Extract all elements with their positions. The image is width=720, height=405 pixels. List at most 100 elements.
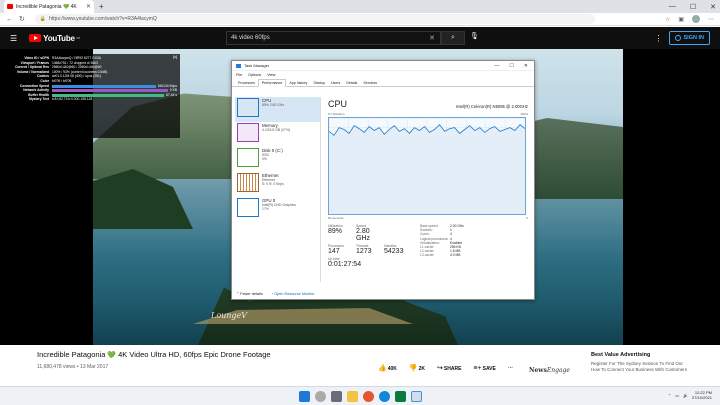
- sidebar-item-memory[interactable]: Memory 4.2/15.8 GB (27%): [235, 122, 320, 147]
- sidebar-item-sub2: 0%: [262, 157, 267, 161]
- search-input[interactable]: 4k video 60fps ✕: [226, 31, 441, 45]
- close-window-icon[interactable]: ✕: [710, 3, 716, 11]
- back-icon[interactable]: ←: [6, 16, 13, 23]
- close-stats-icon[interactable]: [x]: [173, 54, 177, 60]
- share-button[interactable]: ↪SHARE: [437, 364, 461, 372]
- fewer-details-link[interactable]: ⌃ Fewer details: [236, 291, 263, 296]
- speed-value: 2.80 GHz: [356, 228, 370, 242]
- ad-headline: Best Value Advertising: [591, 352, 651, 358]
- sign-in-button[interactable]: SIGN IN: [668, 31, 710, 45]
- tm-maximize-icon[interactable]: ☐: [509, 63, 513, 69]
- cpu-utilization-graph: [328, 117, 526, 215]
- chevron-up-icon[interactable]: ⌃: [668, 393, 671, 398]
- clock[interactable]: 12:22 PM 27/10/2021: [692, 390, 712, 400]
- sidebar-item-ethernet[interactable]: Ethernet Ethernet S: 0 R: 0 Kbps: [235, 172, 320, 197]
- ad-logo: NewsEngage: [529, 367, 570, 374]
- stats-row: Mystery Text s:8 t:62.73 b:0.000-158.128: [7, 97, 177, 102]
- tab-services[interactable]: Services: [360, 80, 380, 86]
- task-manager-title: Task Manager: [244, 63, 270, 68]
- cpu-heading: CPU: [328, 99, 348, 109]
- save-button[interactable]: ≡+SAVE: [473, 365, 495, 372]
- start-icon[interactable]: [298, 390, 310, 402]
- stats-bar: [52, 89, 168, 93]
- tm-minimize-icon[interactable]: —: [494, 63, 499, 69]
- new-tab-icon[interactable]: +: [99, 2, 104, 11]
- cpu-detail-row: L3 cache: 4.0 MB: [420, 253, 464, 257]
- tab-performance[interactable]: Performance: [257, 79, 287, 87]
- util-value: 89%: [328, 228, 343, 235]
- volume-icon[interactable]: 🔊: [683, 393, 688, 398]
- browser-tab-bar: Incredible Patagonia 💚 4K ✕ + — ☐ ✕: [0, 0, 720, 13]
- user-icon: [674, 35, 681, 41]
- search-taskbar-icon[interactable]: [314, 390, 326, 402]
- file-explorer-icon[interactable]: [346, 390, 358, 402]
- dislike-count: 2K: [418, 366, 426, 372]
- ad-panel[interactable]: NewsEngage Best Value Advertising Regist…: [529, 352, 689, 386]
- thumbs-down-icon: 👎: [408, 365, 418, 372]
- youtube-logo[interactable]: YouTube GB: [29, 34, 80, 43]
- close-tab-icon[interactable]: ✕: [86, 3, 91, 10]
- ad-brand-b: Engage: [546, 367, 570, 374]
- more-actions-icon[interactable]: ⋯: [508, 365, 513, 371]
- ad-brand-a: News: [529, 367, 547, 374]
- settings-menu-icon[interactable]: ⋮: [655, 34, 663, 43]
- cpu-detail-value: 4.0 MB: [450, 253, 461, 258]
- sidebar-item-sub: 4.2/15.8 GB (27%): [262, 128, 291, 132]
- graph-label-left: % Utilization: [328, 112, 345, 116]
- sidebar-item-disk[interactable]: Disk 0 (C:) SSD 0%: [235, 147, 320, 172]
- profile-avatar[interactable]: [692, 15, 700, 23]
- network-icon[interactable]: ▭: [675, 393, 679, 398]
- stats-bar: [52, 93, 165, 97]
- tab-processes[interactable]: Processes: [235, 80, 258, 86]
- hamburger-menu-icon[interactable]: ☰: [10, 34, 17, 43]
- windows-taskbar: ⌃ ▭ 🔊 12:22 PM 27/10/2021: [0, 386, 720, 405]
- cpu-detail-pane: CPU Intel(R) Celeron(R) N5095 @ 2.00GHz …: [328, 99, 528, 284]
- browser-tab[interactable]: Incredible Patagonia 💚 4K ✕: [4, 0, 94, 13]
- collections-icon[interactable]: ▣: [678, 16, 684, 23]
- ethernet-thumbnail: [237, 173, 259, 192]
- youtube-play-icon: [29, 34, 42, 42]
- search-button[interactable]: ⌕: [441, 31, 465, 45]
- address-bar: ← ↻ 🔒 https://www.youtube.com/watch?v=R3…: [0, 13, 720, 26]
- system-tray: ⌃ ▭ 🔊 12:22 PM 27/10/2021: [668, 390, 712, 400]
- tab-startup[interactable]: Startup: [310, 80, 328, 86]
- stats-bar: [52, 84, 156, 88]
- open-resource-monitor-link[interactable]: ◔ Open Resource Monitor: [271, 292, 315, 296]
- open-monitor-label: Open Resource Monitor: [274, 291, 315, 296]
- gpu-thumbnail: [237, 198, 259, 217]
- clear-search-icon[interactable]: ✕: [429, 34, 435, 42]
- tab-app-history[interactable]: App history: [286, 80, 310, 86]
- chrome-icon[interactable]: [362, 390, 374, 402]
- video-title-part-a: Incredible Patagonia: [37, 350, 106, 359]
- task-manager-taskbar-icon[interactable]: [410, 390, 422, 402]
- processes-value: 147: [328, 248, 340, 255]
- youtube-header: ☰ YouTube GB 4k video 60fps ✕ ⌕ 🎙 ⋮ SIGN…: [0, 27, 720, 49]
- url-field[interactable]: 🔒 https://www.youtube.com/watch?v=R3A4la…: [34, 14, 595, 24]
- refresh-icon[interactable]: ↻: [19, 15, 25, 23]
- cpu-details-list: Base speed: 2.00 GHz Sockets: 1 Cores: 4 Logic…: [420, 224, 464, 268]
- ad-description: Register For The Sydney Session To Find …: [591, 361, 687, 372]
- store-icon[interactable]: [394, 390, 406, 402]
- cpu-model: Intel(R) Celeron(R) N5095 @ 2.00GHz: [456, 104, 528, 109]
- save-label: SAVE: [482, 365, 496, 372]
- menu-options[interactable]: Options: [248, 73, 261, 77]
- favorites-icon[interactable]: ☆: [665, 16, 670, 23]
- minimize-icon[interactable]: —: [669, 3, 676, 10]
- tab-users[interactable]: Users: [328, 80, 343, 86]
- tab-details[interactable]: Details: [343, 80, 360, 86]
- edge-icon[interactable]: [378, 390, 390, 402]
- task-view-icon[interactable]: [330, 390, 342, 402]
- tm-close-icon[interactable]: ✕: [524, 63, 528, 69]
- youtube-favicon-icon: [7, 4, 13, 9]
- menu-view[interactable]: View: [267, 73, 275, 77]
- like-button[interactable]: 👍40K: [378, 364, 397, 372]
- dislike-button[interactable]: 👎2K: [409, 364, 425, 372]
- maximize-icon[interactable]: ☐: [690, 3, 696, 11]
- menu-file[interactable]: File: [236, 73, 242, 77]
- task-manager-icon: [236, 63, 241, 68]
- green-heart-icon: 💚: [107, 351, 117, 359]
- microphone-icon[interactable]: 🎙: [470, 32, 479, 40]
- more-menu-icon[interactable]: ⋯: [708, 16, 714, 23]
- sidebar-item-cpu[interactable]: CPU 89% 2.80 GHz: [235, 97, 320, 122]
- sidebar-item-gpu[interactable]: GPU 0 Intel(R) UHD Graphics 17%: [235, 197, 320, 222]
